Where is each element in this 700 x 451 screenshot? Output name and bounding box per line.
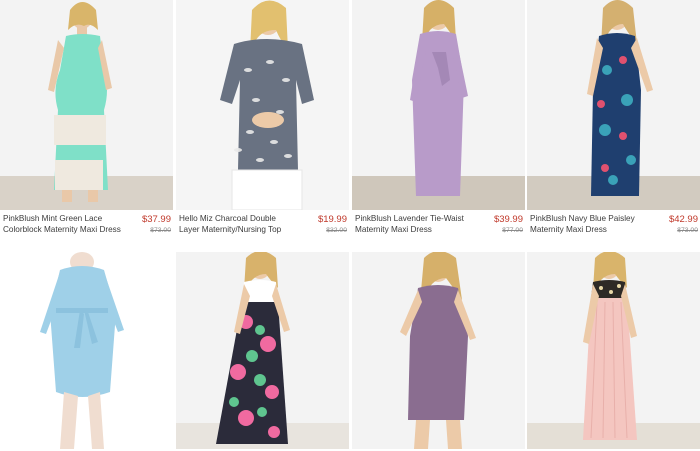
product-info: PinkBlush Lavender Tie-Waist Maternity M… <box>352 214 525 248</box>
sale-price: $39.99 <box>493 214 523 225</box>
sale-price: $37.99 <box>141 214 171 225</box>
model-blue-lace-dress <box>40 252 124 449</box>
product-image[interactable] <box>176 252 349 449</box>
product-info: PinkBlush Navy Blue Paisley Maternity Ma… <box>527 214 700 248</box>
model-blush-pleated-dress <box>583 252 637 440</box>
product-name[interactable]: PinkBlush Lavender Tie-Waist Maternity M… <box>355 214 473 235</box>
product-image[interactable] <box>0 0 173 210</box>
model-mauve-lace-dress <box>400 252 476 449</box>
product-image[interactable] <box>527 0 700 210</box>
product-name[interactable]: PinkBlush Navy Blue Paisley Maternity Ma… <box>530 214 648 235</box>
original-price: $73.00 <box>677 227 698 234</box>
original-price: $77.00 <box>502 227 523 234</box>
sale-price: $42.99 <box>668 214 698 225</box>
product-image[interactable] <box>527 252 700 449</box>
product-grid: PinkBlush Mint Green Lace Colorblock Mat… <box>0 0 700 451</box>
model-floral-maxi-dress <box>216 252 290 444</box>
product-info: PinkBlush Mint Green Lace Colorblock Mat… <box>0 214 173 248</box>
original-price: $73.00 <box>150 227 171 234</box>
product-image[interactable] <box>352 252 525 449</box>
product-image[interactable] <box>352 0 525 210</box>
product-image[interactable] <box>176 0 349 210</box>
product-info: Hello Miz Charcoal Double Layer Maternit… <box>176 214 349 248</box>
model-navy-paisley-dress <box>587 0 653 196</box>
model-lavender-dress <box>410 0 468 196</box>
product-name[interactable]: Hello Miz Charcoal Double Layer Maternit… <box>179 214 297 235</box>
product-name[interactable]: PinkBlush Mint Green Lace Colorblock Mat… <box>3 214 121 235</box>
model-mint-dress <box>48 2 112 202</box>
original-price: $32.00 <box>326 227 347 234</box>
sale-price: $19.99 <box>317 214 347 225</box>
product-image[interactable] <box>0 252 173 449</box>
model-charcoal-top <box>220 0 314 210</box>
